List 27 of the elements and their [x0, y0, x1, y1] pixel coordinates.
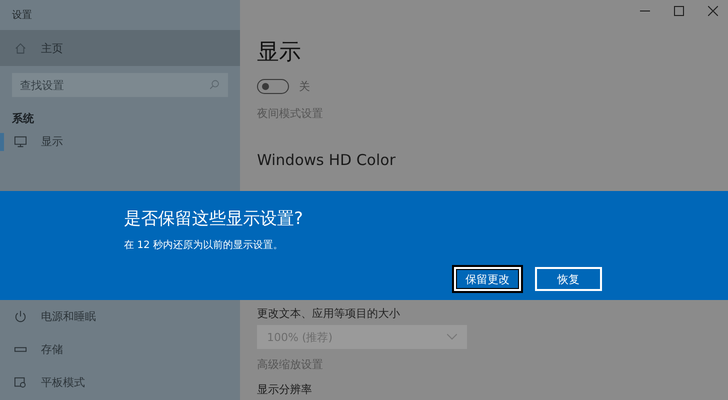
chevron-icon: [447, 334, 457, 340]
power-icon: [14, 310, 27, 323]
toggle-switch[interactable]: [257, 79, 289, 94]
home-item[interactable]: 主页: [0, 30, 240, 66]
selection-bar: [0, 133, 4, 151]
resolution-label: 显示分辨率: [257, 382, 313, 397]
page-heading: 显示: [257, 40, 302, 66]
dialog-button[interactable]: 保留更改: [454, 267, 521, 291]
nav-item[interactable]: 显示: [0, 126, 240, 156]
dialog-message: 在 12 秒内还原为以前的显示设置。: [124, 238, 284, 252]
close-icon[interactable]: [708, 6, 718, 16]
scale-label: 更改文本、应用等项目的大小: [257, 306, 401, 321]
search-icon: [209, 79, 220, 90]
home-icon: [14, 42, 27, 54]
dialog-title: 是否保留这些显示设置?: [124, 208, 304, 230]
maximize-icon[interactable]: [674, 6, 684, 16]
nav-item[interactable]: 电源和睡眠: [0, 300, 240, 333]
section-title: 系统: [12, 111, 35, 126]
nav-item[interactable]: 存储: [0, 333, 240, 366]
monitor-icon: [14, 134, 27, 148]
search-field[interactable]: 查找设置: [12, 73, 228, 97]
tablet-icon: [14, 376, 27, 389]
section-heading: Windows HD Color: [257, 151, 396, 169]
toggle-state: 关: [299, 79, 310, 94]
window-title: 设置: [12, 8, 32, 22]
dialog-button[interactable]: 恢复: [535, 267, 602, 291]
nav-item[interactable]: 平板模式: [0, 366, 240, 399]
